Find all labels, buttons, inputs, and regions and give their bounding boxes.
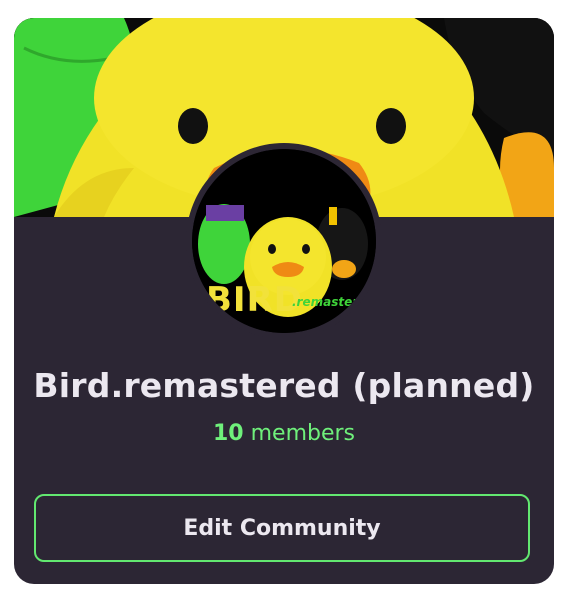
avatar-logo: BIRD xyxy=(206,280,303,320)
edit-community-button-label: Edit Community xyxy=(183,515,381,541)
edit-community-button[interactable]: Edit Community xyxy=(34,494,530,562)
member-count-line: 10 members xyxy=(14,421,554,446)
community-name: Bird.remastered (planned) xyxy=(33,366,535,405)
community-avatar[interactable]: BIRD .remastered xyxy=(192,149,376,333)
community-card: BIRD .remastered Bird.remastered (planne… xyxy=(14,18,554,584)
avatar-logo-subtext: .remastered xyxy=(292,295,375,309)
member-count: 10 xyxy=(212,421,244,446)
member-label: members xyxy=(250,421,356,446)
